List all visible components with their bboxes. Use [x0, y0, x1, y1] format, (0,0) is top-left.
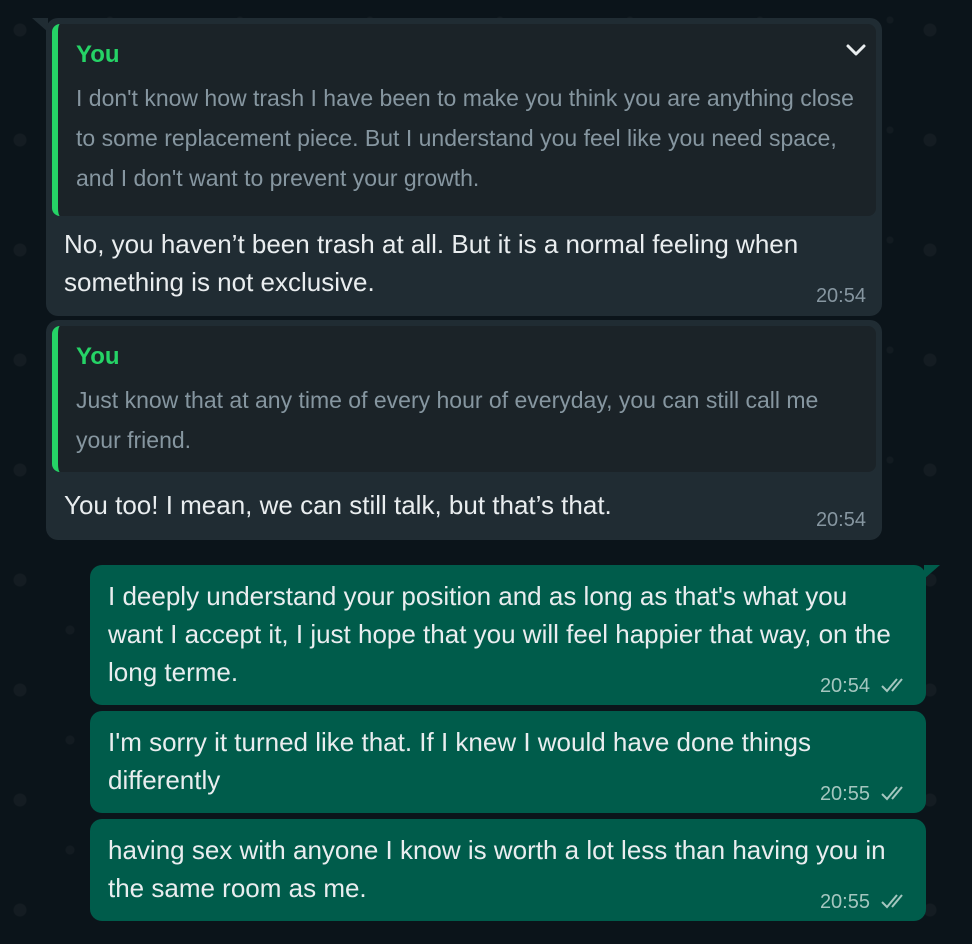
message-bubble-outgoing[interactable]: having sex with anyone I know is worth a… — [90, 819, 926, 921]
double-check-icon — [881, 894, 903, 909]
quote-text: I don't know how trash I have been to ma… — [76, 85, 854, 191]
message-bubble-incoming[interactable]: You I don't know how trash I have been t… — [46, 18, 882, 316]
quoted-message[interactable]: You Just know that at any time of every … — [52, 326, 876, 472]
message-bubble-outgoing[interactable]: I deeply understand your position and as… — [90, 565, 926, 705]
message-bubble-incoming[interactable]: You Just know that at any time of every … — [46, 320, 882, 540]
message-time: 20:55 — [819, 783, 870, 805]
message-text: I deeply understand your position and as… — [108, 581, 891, 687]
message-bubble-outgoing[interactable]: I'm sorry it turned like that. If I knew… — [90, 711, 926, 813]
message-time: 20:54 — [815, 509, 866, 531]
quoted-message[interactable]: You I don't know how trash I have been t… — [52, 24, 876, 216]
double-check-icon — [881, 678, 903, 693]
message-time: 20:54 — [819, 675, 870, 697]
message-text: I'm sorry it turned like that. If I knew… — [108, 727, 811, 795]
quote-text: Just know that at any time of every hour… — [76, 387, 819, 453]
message-text: You too! I mean, we can still talk, but … — [64, 490, 612, 520]
message-tail — [924, 565, 940, 579]
message-time: 20:54 — [815, 285, 866, 307]
chevron-down-icon[interactable] — [844, 38, 868, 62]
message-text: No, you haven’t been trash at all. But i… — [64, 229, 799, 297]
double-check-icon — [881, 786, 903, 801]
message-text: having sex with anyone I know is worth a… — [108, 835, 886, 903]
quote-author: You — [76, 41, 120, 68]
quote-author: You — [76, 343, 120, 370]
message-time: 20:55 — [819, 891, 870, 913]
